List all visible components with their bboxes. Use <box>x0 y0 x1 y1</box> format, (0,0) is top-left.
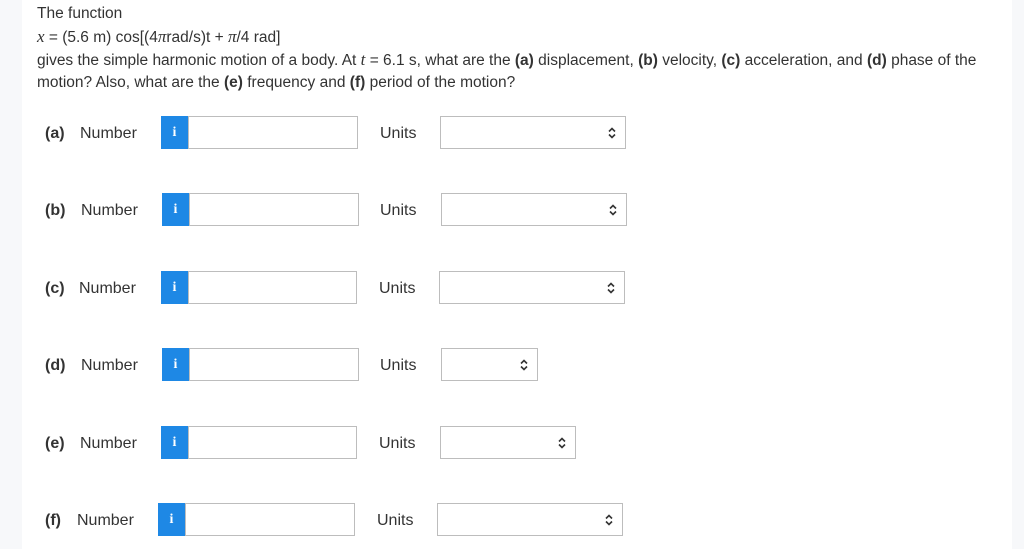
q-text: phase of the <box>886 52 977 69</box>
units-select[interactable] <box>440 116 626 149</box>
number-input[interactable] <box>189 193 359 226</box>
chevron-updown-icon <box>520 359 528 371</box>
info-icon[interactable]: i <box>161 426 188 459</box>
q-text: acceleration, and <box>740 52 867 69</box>
units-label: Units <box>379 280 416 297</box>
info-icon[interactable]: i <box>161 271 188 304</box>
units-label: Units <box>377 512 414 529</box>
number-label: Number <box>81 357 138 374</box>
chevron-updown-icon <box>609 204 617 216</box>
units-select[interactable] <box>439 271 625 304</box>
info-icon[interactable]: i <box>162 348 189 381</box>
number-label: Number <box>80 125 137 142</box>
answer-row-d: (d) Number i Units <box>0 348 1024 382</box>
part-label: (a) <box>45 125 65 142</box>
question-body-line1: gives the simple harmonic motion of a bo… <box>37 49 976 72</box>
info-icon[interactable]: i <box>162 193 189 226</box>
number-label: Number <box>79 280 136 297</box>
q-part-label: (b) <box>638 52 658 69</box>
units-label: Units <box>380 357 417 374</box>
question-intro: The function <box>37 3 122 25</box>
units-select[interactable] <box>441 193 627 226</box>
answer-row-b: (b) Number i Units <box>0 193 1024 227</box>
units-label: Units <box>380 202 417 219</box>
q-text: frequency and <box>242 74 350 91</box>
eq-text-2: rad/s)t + <box>166 29 228 46</box>
part-label: (b) <box>45 202 66 219</box>
number-label: Number <box>80 435 137 452</box>
part-label: (f) <box>45 512 61 529</box>
chevron-updown-icon <box>605 514 613 526</box>
intro-text: The function <box>37 5 123 22</box>
q-part-label: (e) <box>223 74 243 91</box>
chevron-updown-icon <box>608 127 616 139</box>
number-input[interactable] <box>188 426 357 459</box>
units-select[interactable] <box>441 348 538 381</box>
q-text: motion? Also, what are the <box>37 74 224 91</box>
eq-text-1: = (5.6 m) cos[(4 <box>44 29 158 46</box>
eq-text-3: /4 rad] <box>236 29 281 46</box>
question-body-line2: motion? Also, what are the (e) frequency… <box>37 72 515 94</box>
info-icon[interactable]: i <box>161 116 188 149</box>
answer-row-f: (f) Number i Units <box>0 503 1024 537</box>
number-input[interactable] <box>189 348 359 381</box>
units-select[interactable] <box>440 426 576 459</box>
eq-variable: x <box>37 27 45 46</box>
q-text: displacement, <box>533 52 639 69</box>
chevron-updown-icon <box>607 282 615 294</box>
number-label: Number <box>77 512 134 529</box>
number-input[interactable] <box>188 271 357 304</box>
q-part-label: (a) <box>514 52 534 69</box>
q-part-label: (f) <box>349 74 366 91</box>
q-part-label: (d) <box>866 52 887 69</box>
number-input[interactable] <box>185 503 355 536</box>
part-label: (d) <box>45 357 66 374</box>
q-text: period of the motion? <box>365 74 516 91</box>
function-equation: x = (5.6 m) cos[(4πrad/s)t + π/4 rad] <box>37 26 280 49</box>
chevron-updown-icon <box>558 437 566 449</box>
q-text: velocity, <box>657 52 722 69</box>
info-icon[interactable]: i <box>158 503 185 536</box>
q-text: gives the simple harmonic motion of a bo… <box>37 52 361 69</box>
units-label: Units <box>380 125 417 142</box>
q-part-label: (c) <box>721 52 741 69</box>
answer-row-c: (c) Number i Units <box>0 271 1024 305</box>
number-label: Number <box>81 202 138 219</box>
number-input[interactable] <box>188 116 358 149</box>
part-label: (e) <box>45 435 65 452</box>
q-text: = 6.1 s, what are the <box>365 52 515 69</box>
units-select[interactable] <box>437 503 623 536</box>
part-label: (c) <box>45 280 65 297</box>
answer-row-a: (a) Number i Units <box>0 116 1024 150</box>
units-label: Units <box>379 435 416 452</box>
answer-row-e: (e) Number i Units <box>0 426 1024 460</box>
